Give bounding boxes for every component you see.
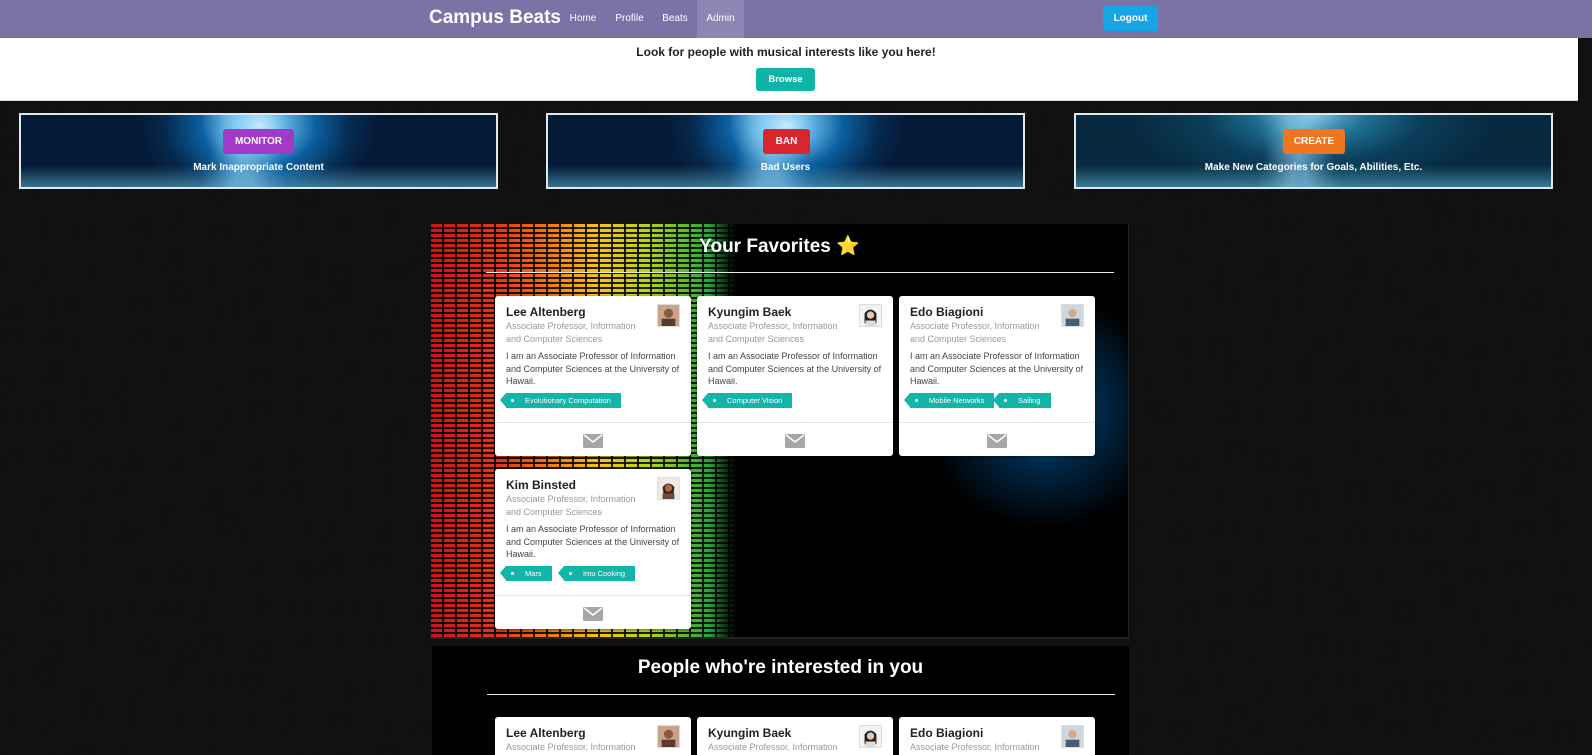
avatar	[657, 477, 680, 500]
card-job-title: Associate Professor, Information	[910, 742, 1040, 752]
interest-tag[interactable]: Mobile Networks	[903, 393, 995, 408]
card-name[interactable]: Lee Altenberg	[506, 726, 586, 740]
card-job-title: Associate Professor, Information and Com…	[910, 321, 1040, 344]
card-footer	[495, 422, 691, 456]
card-description: I am an Associate Professor of Informati…	[506, 351, 680, 386]
interest-tag[interactable]: Mars	[500, 566, 552, 581]
envelope-icon[interactable]	[583, 607, 603, 621]
card-footer	[697, 422, 893, 456]
card-name[interactable]: Edo Biagioni	[910, 726, 983, 740]
favorites-title: Your Favorites ⭐	[431, 234, 1128, 258]
card-job-title: Associate Professor, Information and Com…	[506, 494, 636, 517]
favorite-card: Lee Altenberg Associate Professor, Infor…	[495, 296, 691, 456]
create-subtitle: Make New Categories for Goals, Abilities…	[1204, 162, 1423, 173]
favorites-title-text: Your Favorites	[699, 236, 831, 257]
favorite-card: Edo Biagioni Associate Professor, Inform…	[899, 296, 1095, 456]
card-job-title: Associate Professor, Information and Com…	[506, 321, 636, 344]
interested-section: People who're interested in you Lee Alte…	[432, 646, 1129, 755]
avatar	[1061, 304, 1084, 327]
card-job-title: Associate Professor, Information	[506, 742, 636, 752]
interested-divider	[487, 694, 1115, 695]
logout-button[interactable]: Logout	[1103, 6, 1158, 31]
browse-prompt: Look for people with musical interests l…	[636, 45, 936, 59]
brand-title[interactable]: Campus Beats	[429, 7, 561, 29]
card-description: I am an Associate Professor of Informati…	[708, 351, 882, 386]
interest-tag[interactable]: Evolutionary Computation	[500, 393, 621, 408]
monitor-subtitle: Mark Inappropriate Content	[193, 162, 324, 173]
interest-tag[interactable]: Imu Cooking	[557, 566, 636, 581]
card-footer	[899, 422, 1095, 456]
card-name[interactable]: Kim Binsted	[506, 478, 576, 492]
envelope-icon[interactable]	[987, 434, 1007, 448]
card-description: I am an Associate Professor of Informati…	[910, 351, 1084, 386]
envelope-icon[interactable]	[785, 434, 805, 448]
nav-beats[interactable]: Beats	[655, 0, 695, 38]
browse-banner: Look for people with musical interests l…	[0, 38, 1578, 101]
interested-card: Lee Altenberg Associate Professor, Infor…	[495, 717, 691, 755]
envelope-icon[interactable]	[583, 434, 603, 448]
interested-card: Edo Biagioni Associate Professor, Inform…	[899, 717, 1095, 755]
interested-card: Kyungim Baek Associate Professor, Inform…	[697, 717, 893, 755]
browse-button[interactable]: Browse	[756, 68, 815, 91]
star-icon: ⭐	[836, 236, 860, 257]
favorites-section: Your Favorites ⭐ Lee Altenberg Associate…	[431, 221, 1129, 639]
monitor-button[interactable]: MONITOR	[223, 129, 294, 154]
favorite-card: Kyungim Baek Associate Professor, Inform…	[697, 296, 893, 456]
nav-home[interactable]: Home	[563, 0, 603, 38]
card-footer	[495, 595, 691, 629]
card-name[interactable]: Kyungim Baek	[708, 726, 791, 740]
avatar	[657, 304, 680, 327]
create-panel: CREATE Make New Categories for Goals, Ab…	[1074, 113, 1553, 189]
avatar	[859, 304, 882, 327]
ban-subtitle: Bad Users	[760, 162, 811, 173]
interest-tag[interactable]: Computer Vision	[701, 393, 793, 408]
card-name[interactable]: Lee Altenberg	[506, 305, 586, 319]
favorite-card: Kim Binsted Associate Professor, Informa…	[495, 469, 691, 629]
nav-profile[interactable]: Profile	[607, 0, 652, 38]
ban-button[interactable]: BAN	[763, 129, 810, 154]
nav-admin[interactable]: Admin	[697, 0, 744, 38]
card-job-title: Associate Professor, Information and Com…	[708, 321, 838, 344]
monitor-panel: MONITOR Mark Inappropriate Content	[19, 113, 498, 189]
card-name[interactable]: Edo Biagioni	[910, 305, 983, 319]
top-navbar: Campus Beats Home Profile Beats Admin Lo…	[0, 0, 1592, 38]
interest-tag[interactable]: Sailing	[993, 393, 1051, 408]
interested-title: People who're interested in you	[637, 657, 924, 678]
card-name[interactable]: Kyungim Baek	[708, 305, 791, 319]
card-job-title: Associate Professor, Information	[708, 742, 838, 752]
create-button[interactable]: CREATE	[1283, 129, 1345, 154]
card-description: I am an Associate Professor of Informati…	[506, 524, 680, 559]
ban-panel: BAN Bad Users	[546, 113, 1025, 189]
favorites-divider	[486, 272, 1114, 273]
